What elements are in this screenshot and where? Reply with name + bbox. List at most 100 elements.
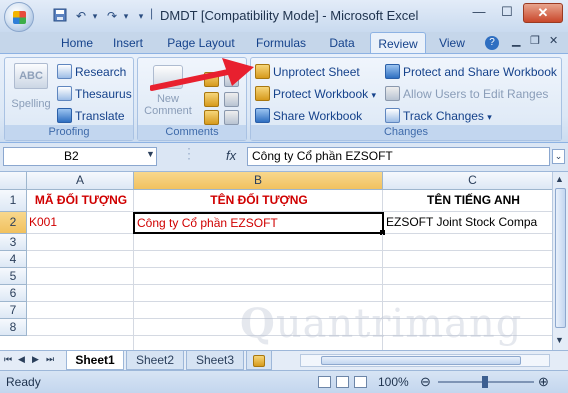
allow-users-edit-ranges-button[interactable]: Allow Users to Edit Ranges (385, 84, 548, 104)
help-icon[interactable]: ? (485, 36, 499, 50)
redo-dropdown-icon[interactable]: ▾ (118, 8, 134, 24)
tab-insert[interactable]: Insert (106, 32, 150, 54)
vertical-scroll-thumb[interactable] (555, 188, 566, 328)
cell-a1[interactable]: MÃ ĐỐI TƯỢNG (27, 190, 134, 212)
spelling-label: Spelling (11, 98, 51, 110)
watermark-logo: Quantrimang (240, 300, 523, 347)
tab-review[interactable]: Review (370, 32, 426, 54)
protect-workbook-label: Protect Workbook (273, 87, 369, 101)
prev-sheet-icon[interactable]: ◀ (18, 354, 25, 365)
excel-window: ↶ ▾ ↷ ▾ ▾ | DMDT [Compatibility Mode] - … (0, 0, 568, 393)
sheet-tab-sheet1[interactable]: Sheet1 (66, 351, 124, 370)
comment-next-icon[interactable] (204, 110, 219, 125)
horizontal-scrollbar[interactable] (300, 354, 550, 367)
protect-workbook-button[interactable]: Protect Workbook ▾ (255, 84, 376, 104)
scroll-down-icon[interactable]: ▼ (555, 335, 564, 345)
research-label: Research (75, 65, 127, 79)
protect-workbook-dropdown-icon: ▾ (371, 90, 377, 100)
track-changes-label: Track Changes (403, 109, 484, 123)
insert-function-icon[interactable]: fx (226, 148, 236, 163)
tab-home[interactable]: Home (52, 32, 102, 54)
unprotect-sheet-button[interactable]: Unprotect Sheet (255, 62, 360, 82)
proofing-group-label: Proofing (5, 125, 133, 140)
page-layout-view-icon[interactable] (336, 376, 349, 388)
last-sheet-icon[interactable]: ⏭ (46, 354, 54, 365)
vertical-scrollbar[interactable]: ▲ ▼ (552, 172, 568, 350)
sheet-tab-sheet3[interactable]: Sheet3 (186, 351, 244, 370)
ribbon-close-icon[interactable]: ✕ (549, 34, 558, 47)
sheet-tab-sheet2[interactable]: Sheet2 (126, 351, 184, 370)
insert-sheet-button[interactable] (246, 351, 272, 370)
cell-b2-active[interactable]: Công ty Cổ phần EZSOFT (133, 212, 384, 234)
share-workbook-button[interactable]: Share Workbook (255, 106, 362, 126)
group-changes: Unprotect Sheet Protect Workbook ▾ Share… (250, 57, 562, 141)
title-bar: ↶ ▾ ↷ ▾ ▾ | DMDT [Compatibility Mode] - … (0, 0, 568, 32)
research-icon (57, 64, 72, 79)
column-header-b[interactable]: B (134, 172, 383, 190)
cell-a2[interactable]: K001 (27, 212, 134, 234)
spelling-button[interactable]: ABC Spelling (9, 61, 53, 110)
cell-c2[interactable]: EZSOFT Joint Stock Compa (384, 212, 552, 234)
insert-sheet-icon (253, 355, 265, 367)
row-header-3[interactable]: 3 (0, 234, 27, 251)
row-header-5[interactable]: 5 (0, 268, 27, 285)
row-header-8[interactable]: 8 (0, 319, 27, 336)
thesaurus-label: Thesaurus (75, 87, 132, 101)
maximize-button[interactable]: ☐ (494, 3, 520, 23)
first-sheet-icon[interactable]: ⏮ (4, 354, 12, 365)
ribbon-tabs: Home Insert Page Layout Formulas Data Re… (0, 32, 568, 54)
tab-data[interactable]: Data (322, 32, 362, 54)
zoom-slider-knob[interactable] (482, 376, 488, 388)
close-button[interactable]: ✕ (523, 3, 563, 23)
save-icon[interactable] (52, 8, 68, 24)
column-header-c[interactable]: C (383, 172, 552, 190)
tab-page-layout[interactable]: Page Layout (164, 32, 238, 54)
tab-view[interactable]: View (433, 32, 471, 54)
zoom-level[interactable]: 100% (378, 375, 409, 389)
normal-view-icon[interactable] (318, 376, 331, 388)
research-button[interactable]: Research (57, 62, 126, 82)
ribbon-minimize-icon[interactable]: ▁ (512, 34, 520, 47)
allow-users-label: Allow Users to Edit Ranges (403, 87, 549, 101)
row-header-2[interactable]: 2 (0, 212, 27, 234)
gridline-col-b (133, 234, 134, 350)
cell-c1[interactable]: TÊN TIẾNG ANH (383, 190, 552, 212)
expand-formula-bar-icon[interactable]: ⌄ (552, 149, 565, 164)
office-button[interactable] (4, 2, 34, 32)
minimize-button[interactable]: — (466, 3, 492, 23)
row-header-4[interactable]: 4 (0, 251, 27, 268)
formula-bar-grip-icon[interactable]: ⋮ (182, 145, 196, 162)
next-sheet-icon[interactable]: ▶ (32, 354, 39, 365)
scroll-up-icon[interactable]: ▲ (555, 174, 564, 184)
thesaurus-button[interactable]: Thesaurus (57, 84, 132, 104)
zoom-in-icon[interactable]: ⊕ (538, 374, 549, 390)
track-changes-button[interactable]: Track Changes ▾ (385, 106, 492, 126)
red-arrow-annotation (150, 58, 254, 91)
row-header-7[interactable]: 7 (0, 302, 27, 319)
zoom-out-icon[interactable]: ⊖ (420, 374, 431, 390)
undo-dropdown-icon[interactable]: ▾ (87, 8, 103, 24)
translate-icon (57, 108, 72, 123)
translate-button[interactable]: Translate (57, 106, 125, 126)
tab-formulas[interactable]: Formulas (250, 32, 312, 54)
customize-qat-icon[interactable]: ▾ (133, 8, 149, 24)
status-bar: Ready 100% ⊖ ⊕ (0, 370, 568, 393)
cell-b1[interactable]: TÊN ĐỐI TƯỢNG (134, 190, 383, 212)
select-all-corner[interactable] (0, 172, 27, 190)
name-box[interactable]: B2 (3, 147, 157, 166)
formula-input[interactable]: Công ty Cổ phần EZSOFT (247, 147, 550, 166)
row-header-6[interactable]: 6 (0, 285, 27, 302)
zoom-slider[interactable] (438, 376, 534, 388)
protect-share-label: Protect and Share Workbook (403, 65, 557, 79)
office-logo-icon (13, 11, 26, 24)
name-box-dropdown-icon[interactable]: ▼ (146, 149, 155, 159)
allow-users-icon (385, 86, 400, 101)
row-header-1[interactable]: 1 (0, 190, 27, 212)
horizontal-scroll-thumb[interactable] (321, 356, 521, 365)
comment-ink-icon[interactable] (224, 110, 239, 125)
protect-share-workbook-button[interactable]: Protect and Share Workbook (385, 62, 557, 82)
thesaurus-icon (57, 86, 72, 101)
page-break-view-icon[interactable] (354, 376, 367, 388)
column-header-a[interactable]: A (27, 172, 134, 190)
ribbon-restore-icon[interactable]: ❐ (530, 34, 540, 47)
